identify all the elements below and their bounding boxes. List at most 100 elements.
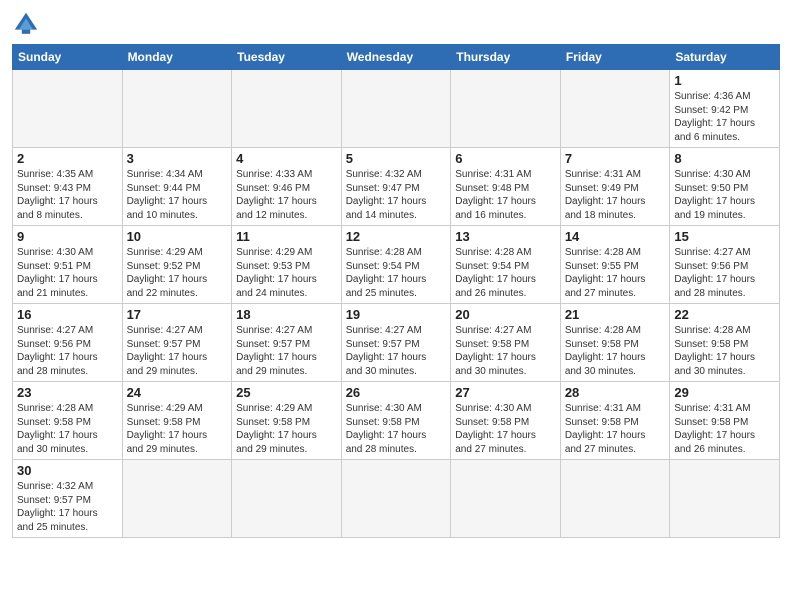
day-number: 23 — [17, 385, 118, 400]
calendar-cell: 26 Sunrise: 4:30 AM Sunset: 9:58 PM Dayli… — [341, 382, 451, 460]
day-number: 29 — [674, 385, 775, 400]
day-number: 28 — [565, 385, 666, 400]
day-info: Sunrise: 4:27 AM Sunset: 9:57 PM Dayligh… — [236, 324, 337, 378]
day-info: Sunrise: 4:34 AM Sunset: 9:44 PM Dayligh… — [127, 168, 228, 222]
calendar-cell — [13, 70, 123, 148]
calendar-cell: 5 Sunrise: 4:32 AM Sunset: 9:47 PM Daylig… — [341, 148, 451, 226]
day-number: 26 — [346, 385, 447, 400]
day-info: Sunrise: 4:29 AM Sunset: 9:58 PM Dayligh… — [236, 402, 337, 456]
day-info: Sunrise: 4:31 AM Sunset: 9:49 PM Dayligh… — [565, 168, 666, 222]
day-header-wednesday: Wednesday — [341, 45, 451, 70]
day-info: Sunrise: 4:30 AM Sunset: 9:50 PM Dayligh… — [674, 168, 775, 222]
day-info: Sunrise: 4:28 AM Sunset: 9:58 PM Dayligh… — [565, 324, 666, 378]
day-info: Sunrise: 4:27 AM Sunset: 9:57 PM Dayligh… — [346, 324, 447, 378]
day-number: 2 — [17, 151, 118, 166]
day-number: 27 — [455, 385, 556, 400]
day-number: 7 — [565, 151, 666, 166]
calendar-cell: 7 Sunrise: 4:31 AM Sunset: 9:49 PM Daylig… — [560, 148, 670, 226]
day-number: 14 — [565, 229, 666, 244]
calendar-cell — [122, 460, 232, 538]
calendar-cell: 25 Sunrise: 4:29 AM Sunset: 9:58 PM Dayli… — [232, 382, 342, 460]
day-number: 15 — [674, 229, 775, 244]
calendar-cell — [341, 70, 451, 148]
day-number: 5 — [346, 151, 447, 166]
day-info: Sunrise: 4:27 AM Sunset: 9:58 PM Dayligh… — [455, 324, 556, 378]
week-row-4: 23 Sunrise: 4:28 AM Sunset: 9:58 PM Dayli… — [13, 382, 780, 460]
day-number: 21 — [565, 307, 666, 322]
calendar-cell: 20Sunrise: 4:27 AM Sunset: 9:58 PM Dayli… — [451, 304, 561, 382]
day-number: 18 — [236, 307, 337, 322]
day-info: Sunrise: 4:30 AM Sunset: 9:51 PM Dayligh… — [17, 246, 118, 300]
calendar-cell — [341, 460, 451, 538]
calendar-cell — [560, 460, 670, 538]
week-row-0: 1Sunrise: 4:36 AM Sunset: 9:42 PM Daylig… — [13, 70, 780, 148]
day-header-thursday: Thursday — [451, 45, 561, 70]
calendar-cell — [232, 460, 342, 538]
calendar-cell: 21 Sunrise: 4:28 AM Sunset: 9:58 PM Dayli… — [560, 304, 670, 382]
day-number: 4 — [236, 151, 337, 166]
day-number: 8 — [674, 151, 775, 166]
calendar-cell: 1Sunrise: 4:36 AM Sunset: 9:42 PM Daylig… — [670, 70, 780, 148]
week-row-5: 30Sunrise: 4:32 AM Sunset: 9:57 PM Dayli… — [13, 460, 780, 538]
day-info: Sunrise: 4:27 AM Sunset: 9:57 PM Dayligh… — [127, 324, 228, 378]
calendar-cell: 19 Sunrise: 4:27 AM Sunset: 9:57 PM Dayli… — [341, 304, 451, 382]
calendar-cell: 12 Sunrise: 4:28 AM Sunset: 9:54 PM Dayli… — [341, 226, 451, 304]
calendar-cell: 23 Sunrise: 4:28 AM Sunset: 9:58 PM Dayli… — [13, 382, 123, 460]
calendar-cell: 22Sunrise: 4:28 AM Sunset: 9:58 PM Dayli… — [670, 304, 780, 382]
calendar-cell: 11 Sunrise: 4:29 AM Sunset: 9:53 PM Dayli… — [232, 226, 342, 304]
calendar-cell: 27 Sunrise: 4:30 AM Sunset: 9:58 PM Dayli… — [451, 382, 561, 460]
day-headers-row: SundayMondayTuesdayWednesdayThursdayFrid… — [13, 45, 780, 70]
day-number: 13 — [455, 229, 556, 244]
day-info: Sunrise: 4:28 AM Sunset: 9:54 PM Dayligh… — [346, 246, 447, 300]
day-number: 6 — [455, 151, 556, 166]
day-info: Sunrise: 4:30 AM Sunset: 9:58 PM Dayligh… — [455, 402, 556, 456]
day-number: 3 — [127, 151, 228, 166]
calendar-cell: 15 Sunrise: 4:27 AM Sunset: 9:56 PM Dayli… — [670, 226, 780, 304]
day-info: Sunrise: 4:32 AM Sunset: 9:47 PM Dayligh… — [346, 168, 447, 222]
day-info: Sunrise: 4:30 AM Sunset: 9:58 PM Dayligh… — [346, 402, 447, 456]
calendar-cell — [560, 70, 670, 148]
day-number: 11 — [236, 229, 337, 244]
day-info: Sunrise: 4:36 AM Sunset: 9:42 PM Dayligh… — [674, 90, 775, 144]
calendar-cell: 16Sunrise: 4:27 AM Sunset: 9:56 PM Dayli… — [13, 304, 123, 382]
day-header-saturday: Saturday — [670, 45, 780, 70]
header — [12, 10, 780, 38]
day-info: Sunrise: 4:32 AM Sunset: 9:57 PM Dayligh… — [17, 480, 118, 534]
calendar-cell — [122, 70, 232, 148]
calendar-cell: 3 Sunrise: 4:34 AM Sunset: 9:44 PM Daylig… — [122, 148, 232, 226]
calendar-cell — [451, 70, 561, 148]
page: SundayMondayTuesdayWednesdayThursdayFrid… — [0, 0, 792, 548]
day-info: Sunrise: 4:29 AM Sunset: 9:58 PM Dayligh… — [127, 402, 228, 456]
day-info: Sunrise: 4:27 AM Sunset: 9:56 PM Dayligh… — [674, 246, 775, 300]
day-number: 16 — [17, 307, 118, 322]
calendar-cell: 14Sunrise: 4:28 AM Sunset: 9:55 PM Dayli… — [560, 226, 670, 304]
calendar-cell — [232, 70, 342, 148]
day-info: Sunrise: 4:29 AM Sunset: 9:53 PM Dayligh… — [236, 246, 337, 300]
week-row-1: 2Sunrise: 4:35 AM Sunset: 9:43 PM Daylig… — [13, 148, 780, 226]
day-header-friday: Friday — [560, 45, 670, 70]
day-info: Sunrise: 4:33 AM Sunset: 9:46 PM Dayligh… — [236, 168, 337, 222]
calendar-cell: 4 Sunrise: 4:33 AM Sunset: 9:46 PM Daylig… — [232, 148, 342, 226]
day-header-monday: Monday — [122, 45, 232, 70]
calendar-cell: 29 Sunrise: 4:31 AM Sunset: 9:58 PM Dayli… — [670, 382, 780, 460]
calendar-cell: 30Sunrise: 4:32 AM Sunset: 9:57 PM Dayli… — [13, 460, 123, 538]
day-header-sunday: Sunday — [13, 45, 123, 70]
day-info: Sunrise: 4:28 AM Sunset: 9:54 PM Dayligh… — [455, 246, 556, 300]
week-row-3: 16Sunrise: 4:27 AM Sunset: 9:56 PM Dayli… — [13, 304, 780, 382]
calendar-cell: 8 Sunrise: 4:30 AM Sunset: 9:50 PM Daylig… — [670, 148, 780, 226]
day-number: 12 — [346, 229, 447, 244]
calendar-cell: 13 Sunrise: 4:28 AM Sunset: 9:54 PM Dayli… — [451, 226, 561, 304]
day-info: Sunrise: 4:28 AM Sunset: 9:58 PM Dayligh… — [17, 402, 118, 456]
day-info: Sunrise: 4:31 AM Sunset: 9:58 PM Dayligh… — [674, 402, 775, 456]
calendar-cell: 6Sunrise: 4:31 AM Sunset: 9:48 PM Daylig… — [451, 148, 561, 226]
day-number: 19 — [346, 307, 447, 322]
calendar-cell: 18 Sunrise: 4:27 AM Sunset: 9:57 PM Dayli… — [232, 304, 342, 382]
calendar-cell: 10Sunrise: 4:29 AM Sunset: 9:52 PM Dayli… — [122, 226, 232, 304]
logo — [12, 10, 44, 38]
calendar-cell: 9 Sunrise: 4:30 AM Sunset: 9:51 PM Daylig… — [13, 226, 123, 304]
day-header-tuesday: Tuesday — [232, 45, 342, 70]
day-number: 25 — [236, 385, 337, 400]
logo-icon — [12, 10, 40, 38]
day-info: Sunrise: 4:28 AM Sunset: 9:58 PM Dayligh… — [674, 324, 775, 378]
day-number: 9 — [17, 229, 118, 244]
